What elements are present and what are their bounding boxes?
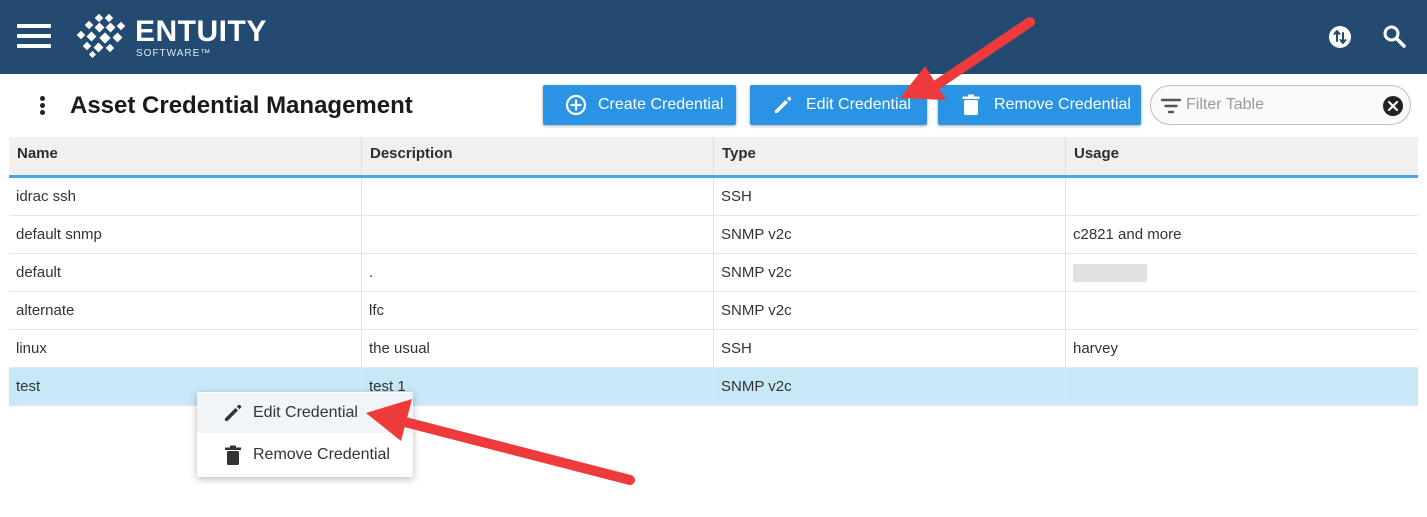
cell-name: idrac ssh: [9, 178, 362, 215]
cell-type: SNMP v2c: [714, 254, 1066, 291]
cell-type: SSH: [714, 178, 1066, 215]
create-credential-button[interactable]: Create Credential: [543, 85, 736, 125]
search-icon[interactable]: [1380, 22, 1410, 52]
cell-description: [362, 178, 714, 215]
cell-description: lfc: [362, 292, 714, 329]
context-menu: Edit Credential Remove Credential: [197, 392, 413, 477]
pencil-icon: [775, 96, 792, 113]
entuity-logo: ENTUITY SOFTWARE™: [76, 14, 266, 60]
cell-usage: [1066, 178, 1418, 215]
table-row[interactable]: linux the usual SSH harvey: [9, 330, 1418, 368]
redacted-value: [1073, 264, 1147, 283]
app-root: ENTUITY SOFTWARE™ Asset Credential Manag…: [0, 0, 1427, 517]
cell-type: SNMP v2c: [714, 368, 1066, 405]
cell-usage: [1066, 292, 1418, 329]
cell-type: SNMP v2c: [714, 292, 1066, 329]
cell-name: linux: [9, 330, 362, 367]
filter-table-input[interactable]: [1186, 92, 1376, 118]
cell-description: [362, 216, 714, 253]
cell-usage: harvey: [1073, 340, 1119, 357]
sync-icon[interactable]: [1325, 22, 1355, 52]
credentials-table: Name Description Type Usage idrac ssh SS…: [9, 137, 1418, 406]
top-bar: ENTUITY SOFTWARE™: [0, 0, 1427, 74]
cell-description: test 1: [362, 368, 714, 405]
cell-type: SNMP v2c: [714, 216, 1066, 253]
brand-name: ENTUITY: [135, 15, 267, 48]
trash-icon: [962, 94, 980, 115]
filter-box: [1150, 85, 1411, 125]
cell-name: default: [9, 254, 362, 291]
cell-usage: c2821 and more: [1073, 226, 1182, 243]
remove-credential-button[interactable]: Remove Credential: [938, 85, 1141, 125]
edit-credential-button[interactable]: Edit Credential: [750, 85, 927, 125]
table-row[interactable]: default . SNMP v2c: [9, 254, 1418, 292]
column-header-usage[interactable]: Usage: [1066, 137, 1418, 175]
cell-description: the usual: [362, 330, 714, 367]
pencil-icon: [225, 404, 242, 421]
hamburger-menu-icon[interactable]: [14, 18, 54, 54]
context-menu-remove-credential[interactable]: Remove Credential: [197, 435, 413, 475]
edit-credential-label: Edit Credential: [806, 96, 911, 113]
column-header-type[interactable]: Type: [714, 137, 1066, 175]
context-menu-remove-label: Remove Credential: [253, 446, 390, 463]
table-row[interactable]: idrac ssh SSH: [9, 178, 1418, 216]
brand-subtitle: SOFTWARE™: [136, 48, 212, 59]
clear-icon[interactable]: [1382, 95, 1404, 117]
more-options-icon[interactable]: [30, 92, 54, 120]
column-header-name[interactable]: Name: [9, 137, 362, 175]
plus-circle-icon: [565, 94, 587, 116]
cell-description: .: [362, 254, 714, 291]
table-header: Name Description Type Usage: [9, 137, 1418, 178]
create-credential-label: Create Credential: [598, 96, 724, 113]
remove-credential-label: Remove Credential: [994, 96, 1131, 113]
context-menu-edit-label: Edit Credential: [253, 404, 358, 421]
table-row[interactable]: default snmp SNMP v2c c2821 and more: [9, 216, 1418, 254]
trash-icon: [225, 445, 241, 465]
cell-usage: [1066, 254, 1418, 291]
filter-icon: [1160, 98, 1182, 114]
page-title: Asset Credential Management: [70, 92, 413, 119]
context-menu-edit-credential[interactable]: Edit Credential: [197, 393, 413, 433]
column-header-description[interactable]: Description: [362, 137, 714, 175]
table-row[interactable]: alternate lfc SNMP v2c: [9, 292, 1418, 330]
cell-name: alternate: [9, 292, 362, 329]
cell-type: SSH: [714, 330, 1066, 367]
entuity-logo-icon: [76, 14, 126, 59]
cell-name: default snmp: [9, 216, 362, 253]
cell-usage: [1066, 368, 1418, 405]
